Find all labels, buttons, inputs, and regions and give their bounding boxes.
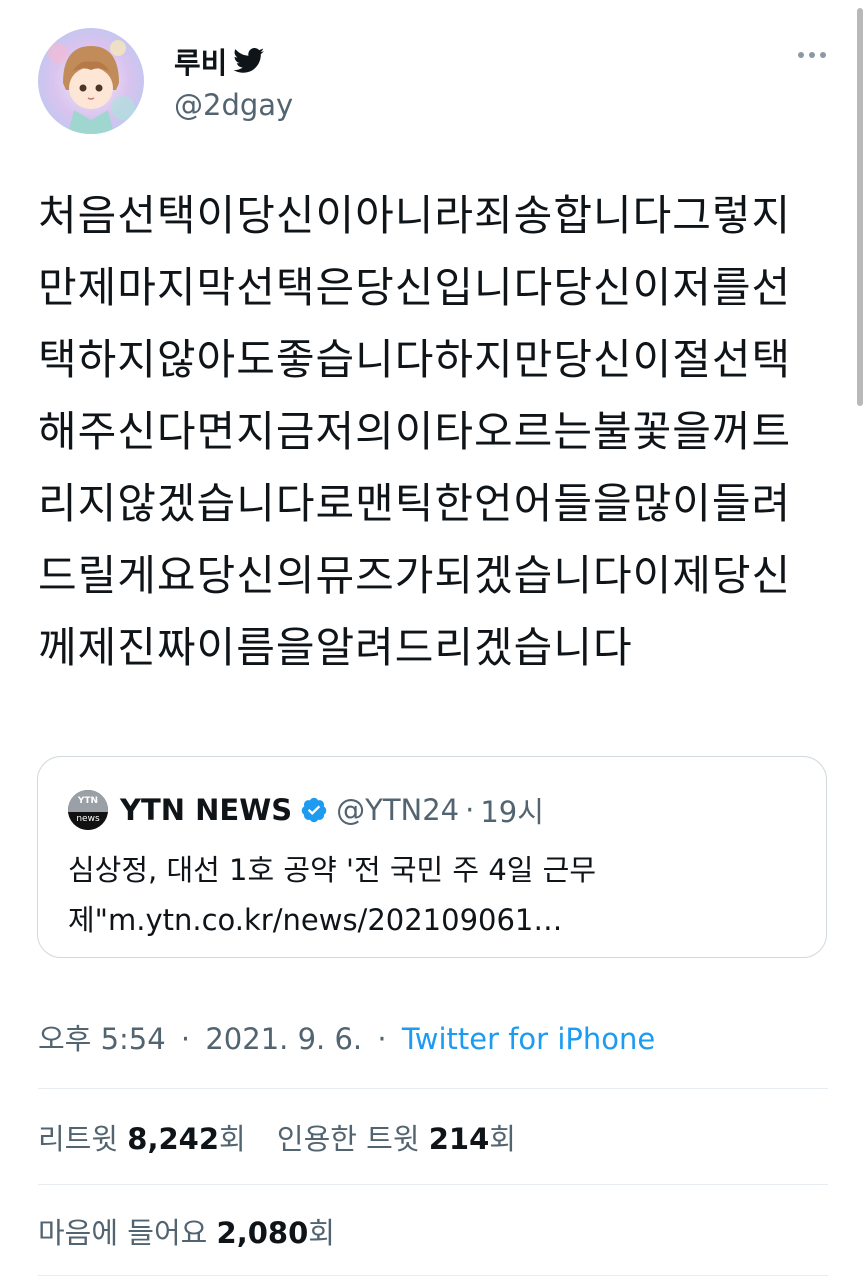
avatar-image: [38, 28, 144, 134]
twitter-bird-icon: [233, 48, 265, 74]
tweet-source-link[interactable]: Twitter for iPhone: [402, 1022, 655, 1056]
quoted-separator: ·: [465, 793, 475, 827]
scrollbar[interactable]: [857, 8, 863, 406]
stats-likes: 마음에 들어요 2,080회: [38, 1210, 335, 1252]
tweet-timestamp: 오후 5:54 · 2021. 9. 6. · Twitter for iPho…: [38, 1022, 656, 1056]
quoted-author-handle: @YTN24: [336, 793, 460, 827]
stats-retweets-quotes: 리트윗 8,242회 인용한 트윗 214회: [38, 1116, 516, 1158]
quoted-author-name: YTN NEWS: [120, 793, 293, 827]
verified-badge-icon: [300, 796, 328, 824]
likes-stat[interactable]: 마음에 들어요 2,080회: [38, 1216, 335, 1250]
quote-tweets-stat[interactable]: 인용한 트윗 214회: [277, 1122, 516, 1156]
quoted-line-2[interactable]: 제"m.ytn.co.kr/news/202109061…: [68, 895, 808, 945]
quoted-tweet-text: 심상정, 대선 1호 공약 '전 국민 주 4일 근무 제"m.ytn.co.k…: [68, 845, 808, 945]
quoted-tweet-card[interactable]: YTN news YTN NEWS @YTN24 · 19시 심상정, 대선 1…: [37, 756, 827, 958]
ytn-logo: YTN news: [68, 790, 108, 830]
tweet-date[interactable]: 2021. 9. 6.: [205, 1022, 362, 1056]
quoted-time: 19시: [480, 795, 544, 829]
divider: [38, 1275, 828, 1276]
tweet-time[interactable]: 오후 5:54: [38, 1022, 166, 1056]
user-handle[interactable]: @2dgay: [174, 88, 293, 122]
retweets-stat[interactable]: 리트윗 8,242회: [38, 1122, 246, 1156]
user-name[interactable]: 루비: [174, 40, 227, 82]
avatar[interactable]: [38, 28, 144, 134]
more-options-icon[interactable]: [798, 52, 826, 58]
tweet-text: 처음선택이당신이아니라죄송합니다그렇지만제마지막선택은당신입니다당신이저를선택하…: [38, 191, 792, 672]
divider: [38, 1088, 828, 1089]
divider: [38, 1184, 828, 1185]
quoted-line-1: 심상정, 대선 1호 공약 '전 국민 주 4일 근무: [68, 853, 597, 887]
